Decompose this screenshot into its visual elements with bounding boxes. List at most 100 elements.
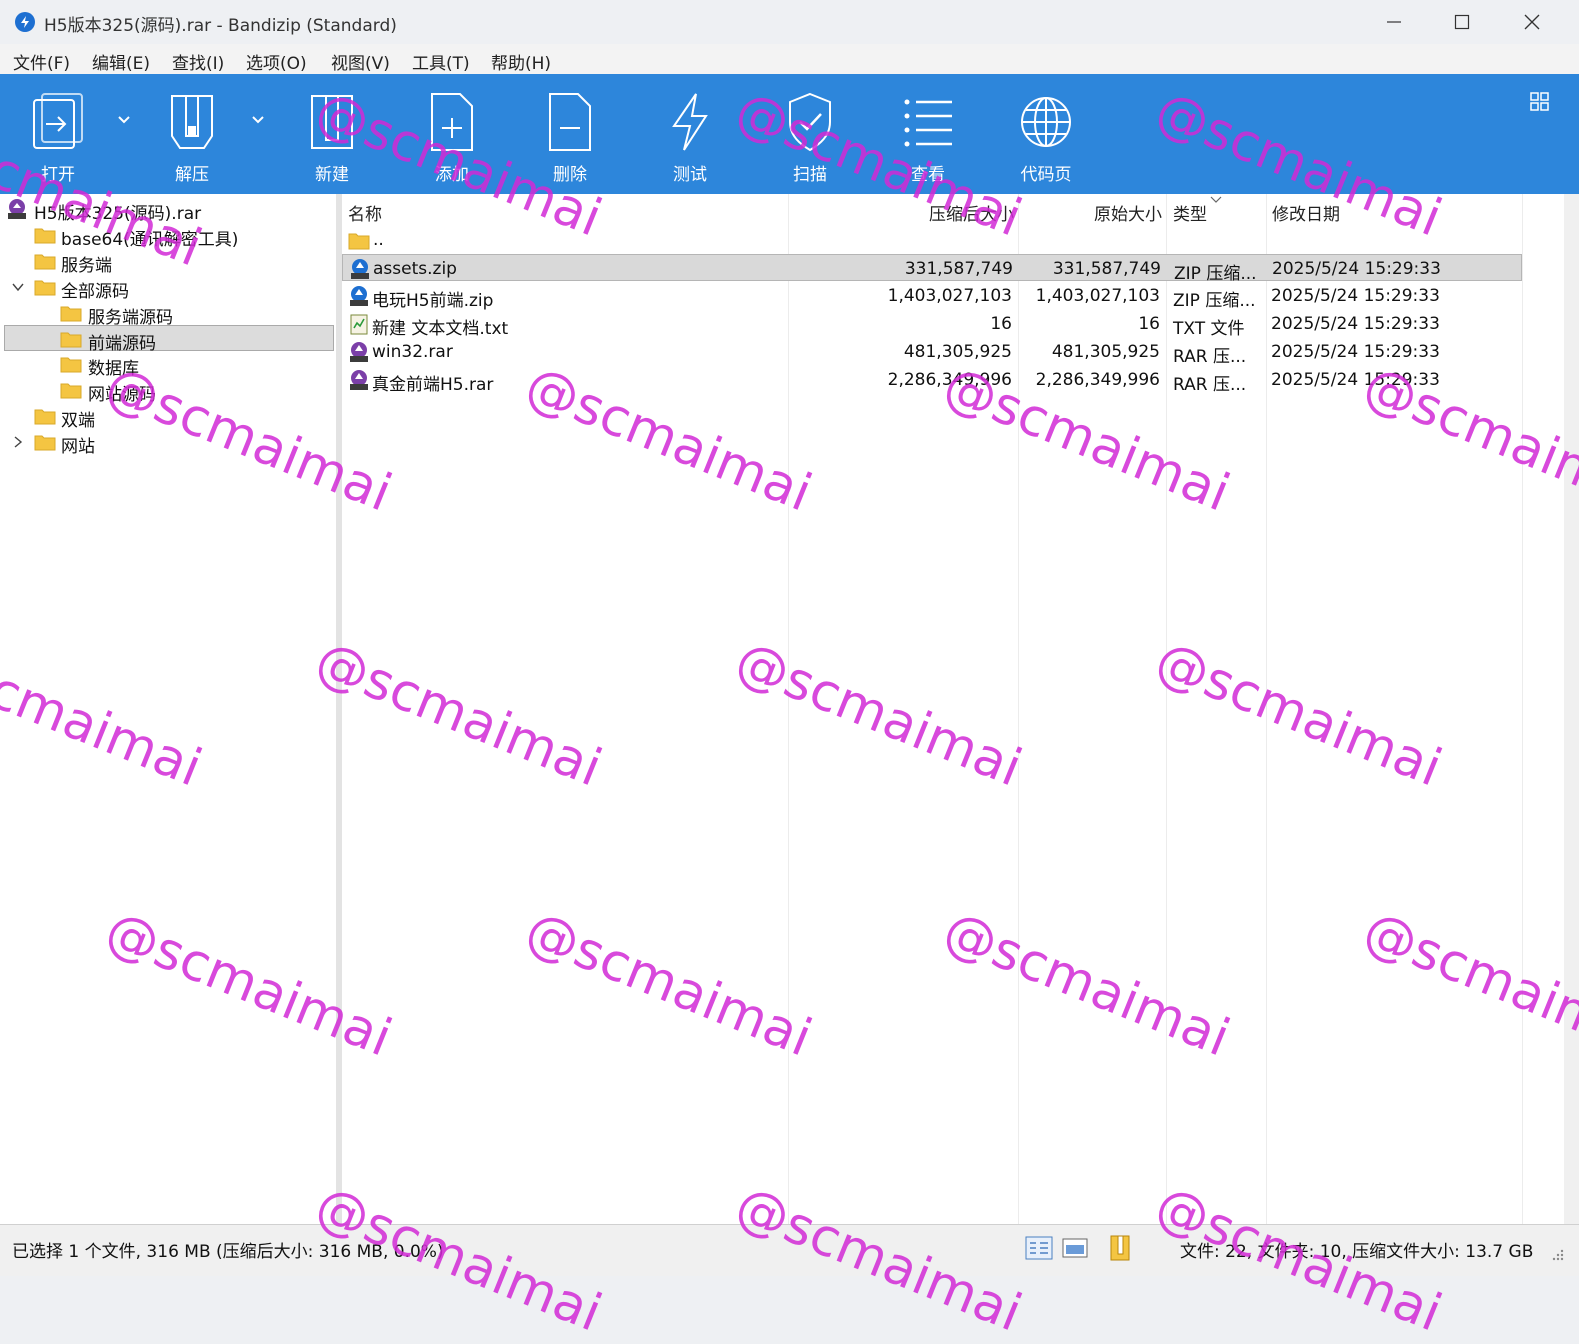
- menu-help[interactable]: 帮助(H): [491, 49, 551, 74]
- file-packed-size: 1,403,027,103: [887, 286, 1012, 306]
- open-button[interactable]: 打开: [10, 74, 100, 192]
- tree-label: 数据库: [88, 359, 139, 379]
- resize-grip-icon[interactable]: [1550, 1247, 1564, 1261]
- folder-icon: [60, 357, 82, 373]
- file-type: TXT 文件: [1173, 319, 1245, 339]
- selection-status: 已选择 1 个文件, 316 MB (压缩后大小: 316 MB, 0.0%): [12, 1242, 444, 1262]
- new-button[interactable]: 新建: [284, 74, 374, 192]
- file-packed-size: 16: [990, 314, 1012, 334]
- menu-view[interactable]: 视图(V): [331, 49, 390, 74]
- file-modified: 2025/5/24 15:29:33: [1271, 286, 1440, 306]
- menu-find[interactable]: 查找(I): [172, 49, 224, 74]
- add-file-icon: [431, 93, 473, 151]
- scan-label: 扫描: [793, 165, 827, 185]
- column-divider[interactable]: [1522, 194, 1523, 1224]
- file-packed-size: 331,587,749: [904, 259, 1013, 279]
- file-name: 真金前端H5.rar: [372, 375, 494, 395]
- close-button[interactable]: [1500, 0, 1564, 44]
- tree-item-archive-root[interactable]: H5版本325(源码).rar: [4, 196, 334, 224]
- open-dropdown-icon[interactable]: [116, 114, 132, 126]
- chevron-down-icon[interactable]: [12, 281, 24, 293]
- file-modified: 2025/5/24 15:29:33: [1271, 370, 1440, 390]
- file-name: 新建 文本文档.txt: [372, 319, 509, 339]
- archive-info-icon[interactable]: [1106, 1233, 1136, 1263]
- file-name: 电玩H5前端.zip: [372, 291, 494, 311]
- menu-edit[interactable]: 编辑(E): [92, 49, 150, 74]
- tree-item-dual[interactable]: 双端: [4, 403, 334, 431]
- sort-chevron-icon: [1210, 196, 1222, 203]
- tree-item-all-source[interactable]: 全部源码: [4, 274, 334, 302]
- new-archive-icon: [311, 95, 353, 149]
- file-packed-size: 481,305,925: [903, 342, 1012, 362]
- list-item-win32-rar[interactable]: win32.rar 481,305,925 481,305,925 RAR 压.…: [342, 338, 1522, 367]
- extract-button[interactable]: 解压: [144, 74, 234, 192]
- rar-archive-icon: [8, 199, 26, 219]
- column-header-size[interactable]: 原始大小: [1062, 200, 1162, 225]
- column-header-modified[interactable]: 修改日期: [1272, 200, 1340, 225]
- column-header-name[interactable]: 名称: [348, 200, 382, 225]
- folder-icon: [60, 383, 82, 399]
- file-type: RAR 压...: [1173, 375, 1247, 395]
- tree-item-website[interactable]: 网站: [4, 429, 334, 457]
- tree-label: 双端: [61, 411, 95, 431]
- file-original-size: 2,286,349,996: [1035, 370, 1160, 390]
- tree-item-frontend-source[interactable]: 前端源码: [4, 325, 334, 354]
- tree-item-server[interactable]: 服务端: [4, 248, 334, 276]
- maximize-button[interactable]: [1430, 0, 1494, 44]
- list-item-zhenjin-rar[interactable]: 真金前端H5.rar 2,286,349,996 2,286,349,996 R…: [342, 366, 1522, 395]
- list-item-dianwan-zip[interactable]: 电玩H5前端.zip 1,403,027,103 1,403,027,103 Z…: [342, 282, 1522, 311]
- list-item-text-doc[interactable]: 新建 文本文档.txt 16 16 TXT 文件 2025/5/24 15:29…: [342, 310, 1522, 339]
- lightning-icon: [672, 93, 708, 151]
- layout-grid-icon[interactable]: [1530, 92, 1550, 112]
- folder-icon: [34, 435, 56, 451]
- delete-file-icon: [549, 93, 591, 151]
- column-header-type[interactable]: 类型: [1173, 200, 1207, 225]
- add-button[interactable]: 添加: [404, 74, 494, 192]
- delete-button[interactable]: 删除: [522, 74, 612, 192]
- archive-summary: 文件: 22, 文件夹: 10, 压缩文件大小: 13.7 GB: [1180, 1242, 1534, 1262]
- chevron-right-icon[interactable]: [12, 436, 24, 448]
- minimize-button[interactable]: [1362, 0, 1426, 44]
- tree-item-server-source[interactable]: 服务端源码: [4, 300, 334, 328]
- extract-dropdown-icon[interactable]: [250, 114, 266, 126]
- menu-file[interactable]: 文件(F): [13, 49, 70, 74]
- rar-archive-icon: [350, 370, 368, 390]
- tree-label: base64(通讯解密工具): [61, 230, 239, 250]
- tree-item-base64[interactable]: base64(通讯解密工具): [4, 222, 334, 250]
- tree-item-website-source[interactable]: 网站源码: [4, 377, 334, 405]
- zip-archive-icon: [350, 286, 368, 306]
- folder-icon: [34, 409, 56, 425]
- scan-button[interactable]: 扫描: [762, 74, 852, 192]
- list-item-parent[interactable]: ..: [342, 226, 1522, 253]
- globe-icon: [1021, 97, 1071, 147]
- tree-label: 全部源码: [61, 282, 129, 302]
- file-original-size: 331,587,749: [1052, 259, 1161, 279]
- file-type: ZIP 压缩...: [1174, 264, 1257, 284]
- file-name: ..: [373, 230, 384, 250]
- folder-icon: [60, 306, 82, 322]
- list-view-icon: [904, 99, 952, 147]
- close-icon: [1524, 14, 1540, 30]
- zip-archive-icon: [351, 259, 369, 279]
- folder-icon: [34, 228, 56, 244]
- column-header-packed[interactable]: 压缩后大小: [902, 200, 1014, 225]
- list-item-assets-zip[interactable]: assets.zip 331,587,749 331,587,749 ZIP 压…: [342, 254, 1522, 284]
- menu-options[interactable]: 选项(O): [246, 49, 307, 74]
- preview-pane-icon[interactable]: [1060, 1233, 1090, 1263]
- details-view-icon[interactable]: [1024, 1233, 1054, 1263]
- window-title: H5版本325(源码).rar - Bandizip (Standard): [44, 16, 397, 36]
- codepage-button[interactable]: 代码页: [998, 74, 1088, 192]
- new-label: 新建: [315, 165, 349, 185]
- rar-archive-icon: [350, 342, 368, 362]
- folder-icon: [348, 233, 370, 250]
- file-name: assets.zip: [373, 259, 457, 279]
- file-list: 名称 压缩后大小 原始大小 类型 修改日期 .. assets.zip 331,…: [342, 194, 1564, 1224]
- tree-item-database[interactable]: 数据库: [4, 351, 334, 379]
- text-file-icon: [350, 314, 368, 335]
- test-button[interactable]: 测试: [642, 74, 732, 192]
- vertical-scrollbar[interactable]: [1564, 194, 1579, 1224]
- view-button[interactable]: 查看: [880, 74, 970, 192]
- tree-label: 网站: [61, 437, 95, 457]
- folder-tree: H5版本325(源码).rar base64(通讯解密工具) 服务端 全部源码 …: [0, 194, 336, 1224]
- menu-tools[interactable]: 工具(T): [412, 49, 470, 74]
